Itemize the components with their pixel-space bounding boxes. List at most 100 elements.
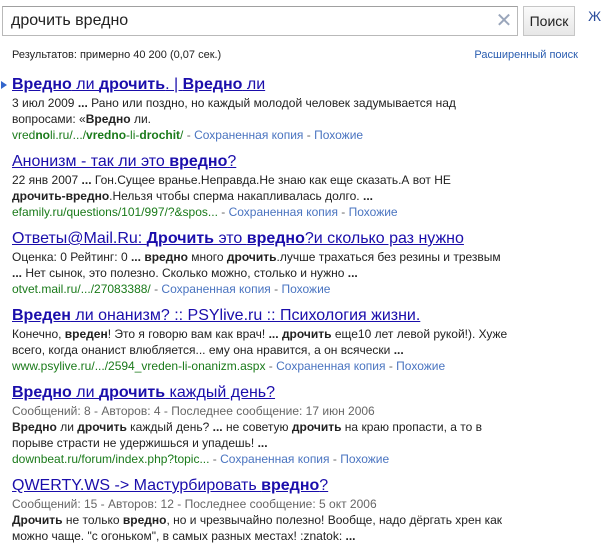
result-title-link[interactable]: Вредно ли дрочить. | Вредно ли <box>12 75 265 95</box>
snippet-text: , но и чрезвычайно полезно! Вообще, надо… <box>166 513 503 527</box>
result-snippet-line: Вредно ли дрочить каждый день? ... не со… <box>12 419 578 435</box>
url-text: vredno <box>86 128 127 142</box>
title-text: ?и сколько раз нужно <box>304 230 464 247</box>
snippet-text: ... <box>130 250 141 264</box>
title-text: это <box>214 230 247 247</box>
result-title-link[interactable]: Вреден ли онанизм? :: PSYlive.ru :: Псих… <box>12 306 420 326</box>
snippet-text: не только <box>62 513 123 527</box>
separator: - <box>385 359 397 373</box>
result-snippet-line: Конечно, вреден! Это я говорю вам как вр… <box>12 326 578 342</box>
snippet-text: ли. <box>130 112 151 126</box>
result-title-link[interactable]: Анонизм - так ли это вредно? <box>12 152 236 172</box>
snippet-text: Рано или поздно, но каждый молодой челов… <box>87 96 456 110</box>
result-url-line: www.psylive.ru/.../2594_vreden-li-onaniz… <box>12 358 578 374</box>
result-forum-meta: Сообщений: 15 - Авторов: 12 - Последнее … <box>12 497 377 511</box>
title-text: ? <box>227 153 237 170</box>
title-text: ли онанизм? :: PSYlive.ru :: Психология … <box>70 307 421 324</box>
search-input[interactable] <box>3 8 491 34</box>
title-text: дрочить <box>99 76 166 93</box>
result-url: vrednoli.ru/.../vredno-li-drochit/ <box>12 128 183 142</box>
result-title-link[interactable]: Вредно ли дрочить каждый день? <box>12 383 275 403</box>
similar-link[interactable]: Похожие <box>314 128 363 142</box>
similar-link[interactable]: Похожие <box>340 452 389 466</box>
snippet-text: Конечно, <box>12 327 65 341</box>
result-url: efamily.ru/questions/101/997/?&spos... <box>12 205 218 219</box>
snippet-text: ... <box>12 266 23 280</box>
separator: - <box>329 452 341 466</box>
search-result: Вредно ли дрочить каждый день? Сообщений:… <box>12 383 578 467</box>
similar-link[interactable]: Похожие <box>396 359 445 373</box>
search-result: Анонизм - так ли это вредно? 22 янв 2007 … <box>12 152 578 220</box>
result-url: www.psylive.ru/.../2594_vreden-li-onaniz… <box>12 359 265 373</box>
snippet-text: Оценка: 0 Рейтинг: 0 <box>12 250 131 264</box>
title-text: . | <box>165 76 183 93</box>
result-snippet-line: порыве страсти не удержишься и упадешь! … <box>12 435 578 451</box>
separator: - <box>303 128 315 142</box>
result-url: otvet.mail.ru/.../27083388/ <box>12 282 151 296</box>
title-text: Вредно <box>182 76 243 93</box>
title-text: Вредно <box>12 76 72 93</box>
snippet-text: ... <box>362 189 373 203</box>
snippet-text: дрочить-вредно <box>12 189 110 203</box>
snippet-text: .Нельзя чтобы сперма накапливалась долго… <box>109 189 363 203</box>
snippet-text: ... <box>345 529 356 543</box>
snippet-text: каждый день? <box>126 420 213 434</box>
cached-copy-link[interactable]: Сохраненная копия <box>276 359 385 373</box>
snippet-text: на краю пропасти, а то в <box>341 420 483 434</box>
result-title-link[interactable]: QWERTY.WS -> Мастурбировать вредно? <box>12 476 328 496</box>
search-box: ✕ <box>2 6 518 36</box>
snippet-text: 22 янв 2007 <box>12 173 82 187</box>
search-button[interactable]: Поиск <box>523 6 575 36</box>
result-snippet-line: вопросами: «Вредно ли. <box>12 111 578 127</box>
search-result: QWERTY.WS -> Мастурбировать вредно? Сообщ… <box>12 476 578 544</box>
result-snippet-line: Дрочить не только вредно, но и чрезвычай… <box>12 512 578 528</box>
separator: - <box>337 205 349 219</box>
title-text: вредно <box>261 477 320 494</box>
corner-glyph: Ж <box>588 8 601 24</box>
snippet-text: вреден <box>64 327 108 341</box>
snippet-text: дрочить <box>291 420 342 434</box>
snippet-text: порыве страсти не удержишься и упадешь! <box>12 436 258 450</box>
search-result: Вредно ли дрочить. | Вредно ли 3 июл 2009… <box>1 75 578 143</box>
clear-icon[interactable]: ✕ <box>491 8 517 34</box>
search-result: Ответы@Mail.Ru: Дрочить это вредно?и ско… <box>12 229 578 297</box>
cached-copy-link[interactable]: Сохраненная копия <box>220 452 329 466</box>
similar-link[interactable]: Похожие <box>281 282 330 296</box>
advanced-search-link[interactable]: Расширенный поиск <box>474 49 578 61</box>
snippet-text: ... <box>257 436 268 450</box>
snippet-text: ... <box>347 266 358 280</box>
search-result: Вреден ли онанизм? :: PSYlive.ru :: Псих… <box>12 306 578 374</box>
snippet-text: дрочить <box>281 327 332 341</box>
result-snippet-line: 3 июл 2009 ... Рано или поздно, но кажды… <box>12 95 578 111</box>
result-url-line: otvet.mail.ru/.../27083388/ - Сохраненна… <box>12 281 578 297</box>
cached-copy-link[interactable]: Сохраненная копия <box>194 128 303 142</box>
snippet-text: ! Это я говорю вам как врач! <box>107 327 269 341</box>
title-text: ли <box>71 76 99 93</box>
snippet-text: Гон.Сущее вранье.Неправда.Не знаю как ещ… <box>91 173 451 187</box>
cached-copy-link[interactable]: Сохраненная копия <box>229 205 338 219</box>
result-snippet-line: можно чаще. "с огоньком", в самых разных… <box>12 528 578 544</box>
snippet-text: Вредно <box>12 420 57 434</box>
snippet-text: Вредно <box>85 112 131 126</box>
url-text: efamily.ru/questions/101/997/?&spos... <box>12 205 218 219</box>
snippet-text: ли <box>56 420 78 434</box>
similar-link[interactable]: Похожие <box>349 205 398 219</box>
result-title-link[interactable]: Ответы@Mail.Ru: Дрочить это вредно?и ско… <box>12 229 464 249</box>
title-text: Вредно <box>12 384 72 401</box>
snippet-text: дрочить <box>226 250 277 264</box>
result-snippet-line: ... Нет сынок, это полезно. Сколько можн… <box>12 265 578 281</box>
title-text: Дрочить <box>146 230 214 247</box>
snippet-text: 3 июл 2009 <box>12 96 78 110</box>
result-pointer-icon <box>1 81 7 89</box>
snippet-text: много <box>187 250 227 264</box>
title-text: QWERTY.WS -> Мастурбировать <box>12 477 262 494</box>
url-text: drochit <box>139 128 181 142</box>
snippet-text: Нет сынок, это полезно. Сколько можно, с… <box>22 266 348 280</box>
title-text: ли <box>71 384 99 401</box>
title-text: Ответы@Mail.Ru: <box>12 230 147 247</box>
cached-copy-link[interactable]: Сохраненная копия <box>161 282 270 296</box>
result-url-line: downbeat.ru/forum/index.php?topic... - С… <box>12 451 578 467</box>
result-forum-meta: Сообщений: 8 - Авторов: 4 - Последнее со… <box>12 404 375 418</box>
snippet-text: можно чаще. "с огоньком", в самых разных… <box>12 529 346 543</box>
separator: - <box>209 452 221 466</box>
